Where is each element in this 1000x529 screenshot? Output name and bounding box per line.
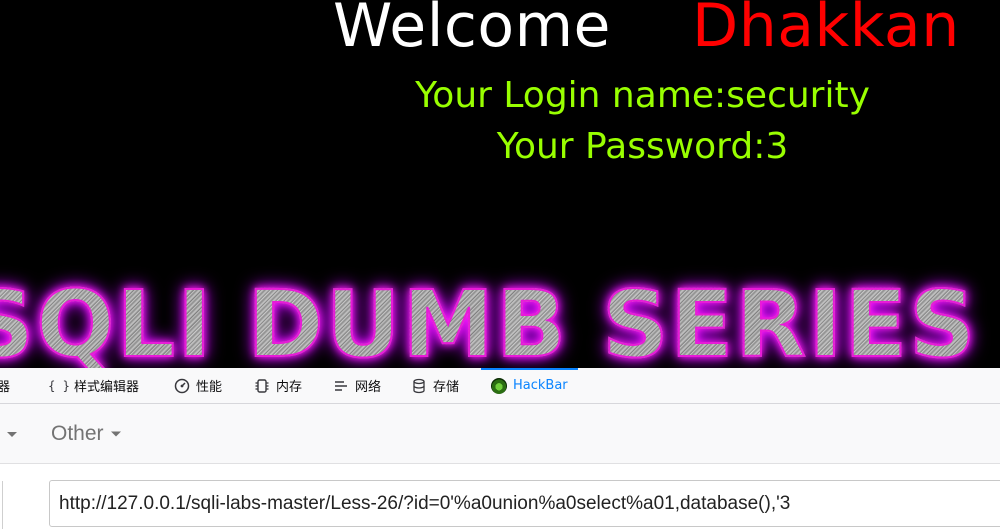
tab-label: 存储 <box>433 380 460 395</box>
chevron-down-icon[interactable] <box>0 424 22 444</box>
username-display: Dhakkan <box>692 0 960 61</box>
network-lines-icon <box>333 378 349 394</box>
sqli-dumb-series-banner: SQLI DUMB SERIES <box>0 270 977 368</box>
tab-label: 样式编辑器 <box>74 380 140 395</box>
tab-label: HackBar <box>513 378 568 393</box>
memory-chip-icon <box>254 378 270 394</box>
tab-performance[interactable]: 性能 <box>174 368 222 403</box>
tab-memory[interactable]: 内存 <box>254 368 302 403</box>
devtools-tab-bar: 器 { } 样式编辑器 性能 内存 网络 存储 HackBar <box>0 368 1000 404</box>
hackbar-logo-icon <box>491 377 507 394</box>
braces-icon: { } <box>48 378 70 393</box>
other-menu-label: Other <box>51 422 104 445</box>
web-page-content: Welcome Dhakkan Your Login name:security… <box>0 0 1000 368</box>
password-text: Your Password:3 <box>496 126 789 167</box>
tab-label: 器 <box>0 380 11 395</box>
tab-hackbar[interactable]: HackBar <box>481 368 578 403</box>
left-button-edge[interactable] <box>0 481 3 529</box>
welcome-text: Welcome <box>333 0 611 61</box>
other-menu-button[interactable]: Other <box>51 418 122 450</box>
url-input[interactable]: http://127.0.0.1/sqli-labs-master/Less-2… <box>49 480 1000 527</box>
hackbar-toolbar: Other <box>0 404 1000 464</box>
tab-style-editor[interactable]: { } 样式编辑器 <box>48 368 140 403</box>
tab-label: 内存 <box>276 380 303 395</box>
browser-window: Welcome Dhakkan Your Login name:security… <box>0 0 1000 529</box>
database-icon <box>411 378 427 394</box>
gauge-icon <box>174 378 190 394</box>
tab-inspector-partial[interactable]: 器 <box>0 368 10 403</box>
tab-label: 性能 <box>196 380 223 395</box>
tab-label: 网络 <box>355 380 382 395</box>
tab-storage[interactable]: 存储 <box>411 368 459 403</box>
login-name-text: Your Login name:security <box>415 75 870 116</box>
tab-network[interactable]: 网络 <box>333 368 381 403</box>
chevron-down-icon <box>110 422 122 446</box>
welcome-row: Welcome Dhakkan <box>0 0 1000 66</box>
hackbar-url-area: http://127.0.0.1/sqli-labs-master/Less-2… <box>0 464 1000 529</box>
